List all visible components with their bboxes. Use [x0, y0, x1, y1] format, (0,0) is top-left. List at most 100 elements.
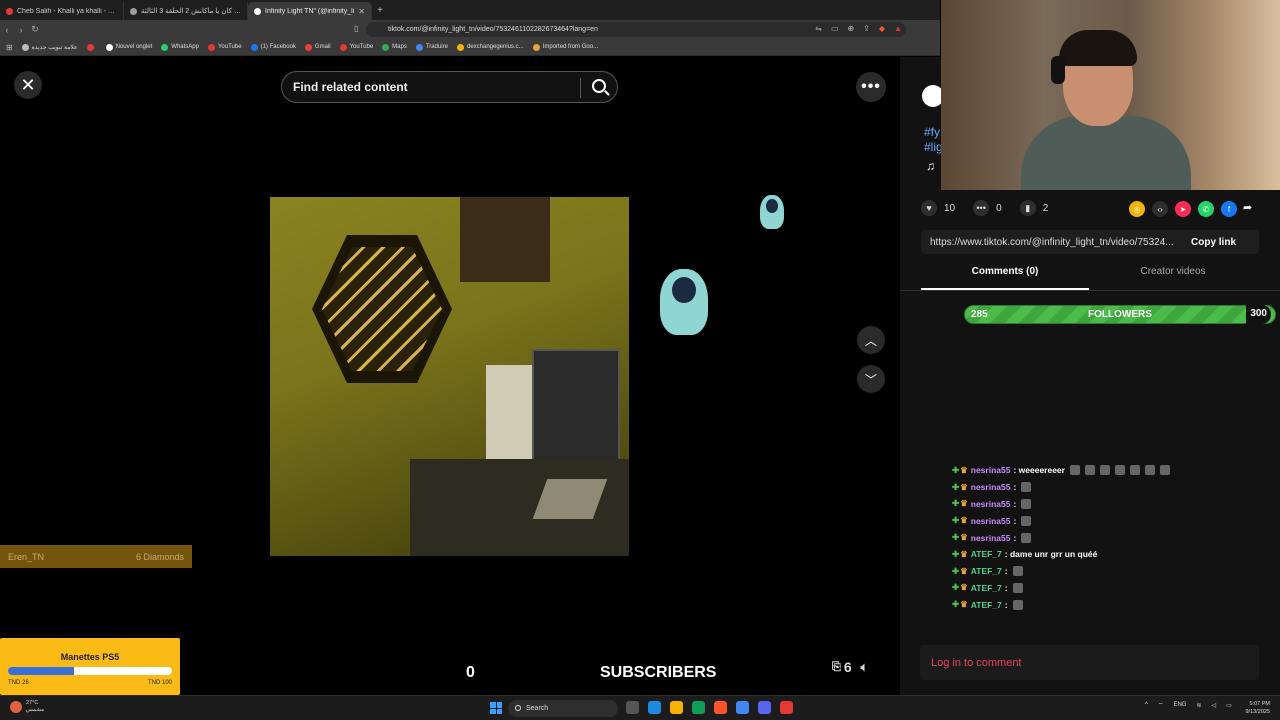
- subscriber-count: 0: [466, 664, 475, 681]
- copy-link-button[interactable]: Copy link: [1191, 237, 1236, 248]
- browser-tab-tiktok[interactable]: Infinity Light TN" (@infinity_li ✕: [248, 2, 372, 20]
- wifi-icon[interactable]: ≋: [1196, 702, 1201, 709]
- bookmark-item[interactable]: [86, 43, 97, 51]
- discord-icon[interactable]: [758, 701, 771, 714]
- bookmark-item[interactable]: Nouvel onglet: [105, 43, 152, 51]
- search-input[interactable]: Find related content: [281, 71, 618, 103]
- tab-comments[interactable]: Comments (0): [921, 266, 1089, 290]
- comment-button[interactable]: ••• 0: [973, 200, 1002, 216]
- goal-progress-bar: [8, 667, 172, 675]
- clock-date: 9/13/2025: [1245, 709, 1270, 715]
- like-button[interactable]: ♥ 10: [921, 200, 955, 216]
- previous-video-button[interactable]: ︿: [857, 326, 885, 354]
- send-icon[interactable]: ➤: [1175, 201, 1191, 217]
- music-icon[interactable]: ♫: [926, 159, 935, 173]
- network-icon[interactable]: ⌔: [1158, 701, 1164, 709]
- emote-icon: [1084, 465, 1095, 476]
- bookmark-label: YouTube: [217, 44, 242, 50]
- weather-widget[interactable]: 27°C مشمس: [10, 700, 44, 714]
- subscriber-counter: 0 SUBSCRIBERS: [450, 661, 740, 685]
- page-favicon-icon: [130, 7, 137, 15]
- windows-start-icon[interactable]: [490, 702, 502, 714]
- share-arrow-icon[interactable]: ➦: [1243, 201, 1252, 214]
- save-button[interactable]: ▮ 2: [1019, 200, 1048, 216]
- bookmark-item[interactable]: dexchangegenius.c...: [456, 43, 524, 51]
- crown-badge-icon: ♛: [960, 515, 968, 526]
- address-bar-row: ‹ › ↻ ▯ tiktok.com/@infinity_light_tn/vi…: [0, 20, 940, 39]
- comment-count: 0: [996, 202, 1002, 214]
- system-tray: ^ ⌔ ENG ≋ ◁ ▭: [1145, 701, 1232, 709]
- rewards-icon[interactable]: ▲: [894, 24, 902, 33]
- chat-text: :: [1013, 532, 1017, 543]
- plus-badge-icon: ✚: [952, 599, 960, 610]
- weather-icon: [10, 701, 22, 713]
- new-tab-icon[interactable]: +: [372, 5, 388, 16]
- taskbar: 27°C مشمس Search ^ ⌔ ENG ≋ ◁ ▭ 5:07 PM 9/…: [0, 695, 1280, 720]
- chrome-icon[interactable]: [736, 701, 749, 714]
- brave-icon[interactable]: [714, 701, 727, 714]
- bookmark-item[interactable]: (1) Facebook: [250, 43, 296, 51]
- file-explorer-icon[interactable]: [626, 701, 639, 714]
- bookmark-favicon-icon: [161, 43, 169, 51]
- tab-creator-videos[interactable]: Creator videos: [1089, 266, 1257, 290]
- bookmark-label: Gmail: [314, 44, 331, 50]
- search-divider: [580, 78, 581, 98]
- bookmark-favicon-icon: [105, 43, 113, 51]
- embed-icon[interactable]: ‹›: [1152, 201, 1168, 217]
- chat-username: ATEF_7: [970, 566, 1002, 577]
- hashtag-1[interactable]: #fy: [924, 125, 940, 139]
- copilot-icon[interactable]: [648, 701, 661, 714]
- bookmark-item[interactable]: Imported from Goo...: [532, 43, 598, 51]
- back-icon[interactable]: ‹: [0, 25, 14, 35]
- bookmark-item[interactable]: علامة تبويب جديدة: [21, 43, 78, 51]
- tabs-divider: [900, 290, 1280, 291]
- search-icon[interactable]: [592, 79, 606, 93]
- cast-icon[interactable]: ▭: [831, 24, 839, 33]
- coin-icon[interactable]: ◎: [1129, 201, 1145, 217]
- hashtag-2[interactable]: #lig: [924, 140, 943, 154]
- shield-icon[interactable]: ◆: [879, 24, 885, 33]
- apps-grid-icon[interactable]: ⊞: [6, 43, 13, 52]
- chevron-up-icon[interactable]: ^: [1145, 702, 1148, 708]
- clock[interactable]: 5:07 PM 9/13/2025: [1246, 700, 1270, 716]
- bookmark-item[interactable]: Traduire: [415, 43, 448, 51]
- webcam-overlay: [941, 0, 1280, 190]
- more-options-button[interactable]: •••: [856, 72, 886, 102]
- close-tab-icon[interactable]: ✕: [358, 7, 365, 16]
- video-link[interactable]: https://www.tiktok.com/@infinity_light_t…: [921, 237, 1183, 248]
- browser-tab-youtube[interactable]: Cheb Salih - Khalli ya khalli - YouTube: [0, 2, 124, 20]
- folder-icon[interactable]: [670, 701, 683, 714]
- next-video-button[interactable]: ﹀: [857, 365, 885, 393]
- goal-max: TND 100: [147, 680, 172, 686]
- translate-icon[interactable]: ⇋: [815, 24, 822, 33]
- bookmark-item[interactable]: YouTube: [207, 43, 242, 51]
- speaker-icon[interactable]: ◁: [1212, 702, 1217, 709]
- battery-icon[interactable]: ▭: [1226, 702, 1232, 709]
- video-frame[interactable]: [270, 197, 629, 556]
- reload-icon[interactable]: ↻: [28, 24, 42, 35]
- emote-icon: [1021, 532, 1032, 543]
- forward-icon[interactable]: ›: [14, 25, 28, 35]
- mascot-face: [672, 276, 696, 304]
- language-indicator[interactable]: ENG: [1173, 702, 1186, 708]
- share-icon[interactable]: ⇪: [863, 24, 870, 33]
- bookmark-item[interactable]: YouTube: [339, 43, 373, 51]
- volume-icon[interactable]: 🔈︎: [861, 660, 868, 675]
- bookmark-item[interactable]: Maps: [382, 43, 407, 51]
- close-button[interactable]: ✕: [14, 71, 42, 99]
- whatsapp-icon[interactable]: ✆: [1198, 201, 1214, 217]
- store-icon[interactable]: [692, 701, 705, 714]
- taskbar-search[interactable]: Search: [508, 700, 618, 717]
- taskbar-apps: [626, 701, 793, 714]
- bookmark-page-icon[interactable]: ▯: [354, 24, 358, 33]
- bookmark-item[interactable]: WhatsApp: [161, 43, 199, 51]
- browser-tab-series[interactable]: مسلسل كان يا ماكانش 2 الحلقة 3 الثالثة: [124, 2, 248, 20]
- login-to-comment-button[interactable]: Log in to comment: [920, 645, 1259, 680]
- bookmark-item[interactable]: Gmail: [304, 43, 331, 51]
- plus-badge-icon: ✚: [952, 548, 960, 559]
- gift-value: 6 Diamonds: [135, 551, 184, 562]
- facebook-icon[interactable]: f: [1221, 201, 1237, 217]
- zoom-icon[interactable]: ⊕: [848, 24, 855, 33]
- chat-text: :: [1013, 515, 1017, 526]
- recorder-icon[interactable]: [780, 701, 793, 714]
